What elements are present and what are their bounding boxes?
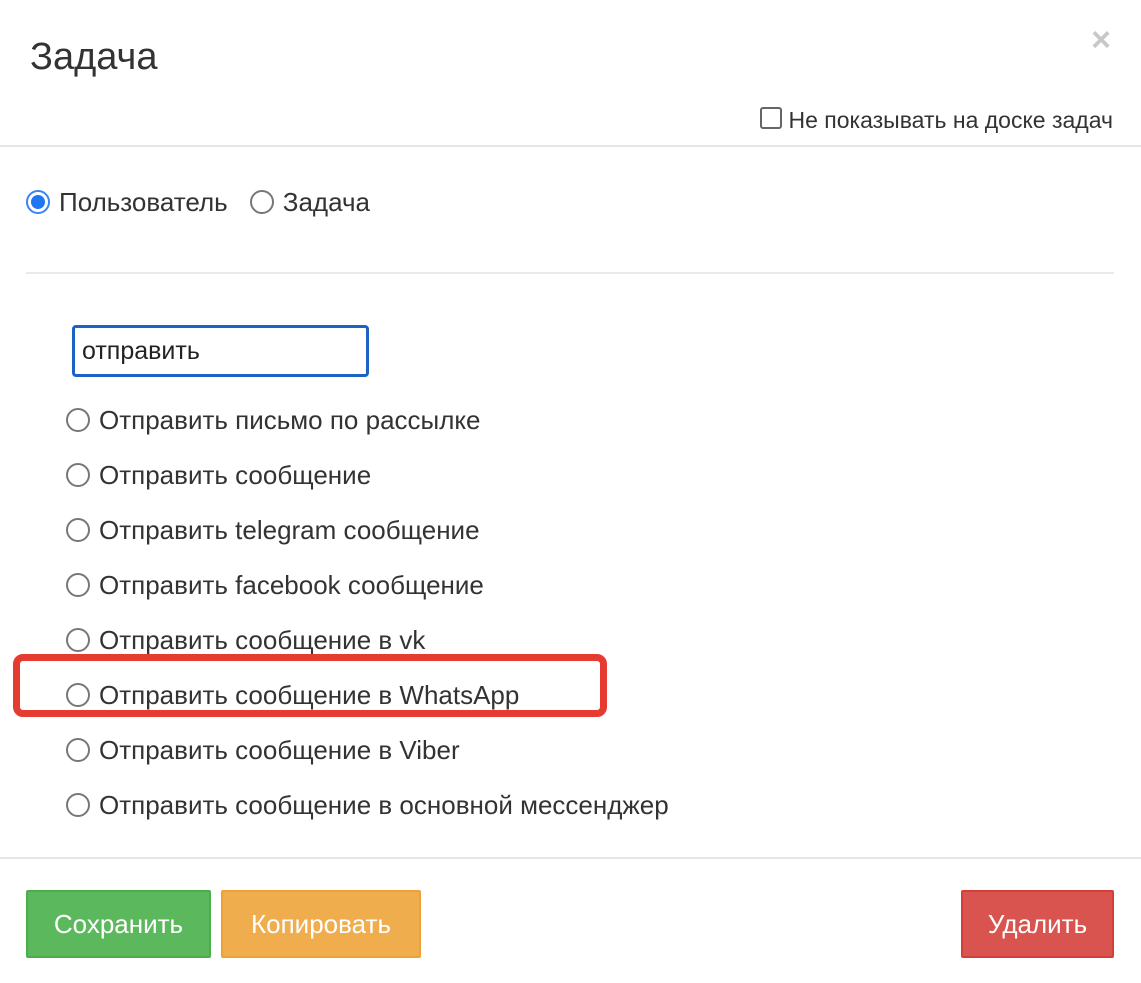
action-radio[interactable] (66, 792, 90, 817)
hide-on-board-label: Не показывать на доске задач (788, 107, 1114, 133)
action-item-vk[interactable]: Отправить сообщение в vk (66, 612, 669, 667)
section-divider (26, 272, 1114, 274)
action-label: Отправить сообщение в основной мессендже… (99, 789, 669, 820)
action-item-mailing[interactable]: Отправить письмо по рассылке (66, 392, 669, 447)
action-radio[interactable] (66, 682, 90, 707)
close-icon[interactable]: × (1089, 23, 1113, 57)
action-label: Отправить facebook сообщение (99, 569, 484, 600)
type-user-label: Пользователь (59, 187, 228, 217)
type-task-radio[interactable] (249, 190, 274, 214)
modal-footer: Сохранить Копировать Удалить (0, 857, 1141, 983)
action-label: Отправить telegram сообщение (99, 514, 480, 545)
action-item-message[interactable]: Отправить сообщение (66, 447, 669, 502)
action-search-input[interactable] (72, 325, 369, 377)
type-task-label: Задача (282, 187, 370, 217)
action-item-main-messenger[interactable]: Отправить сообщение в основной мессендже… (66, 777, 669, 832)
action-item-whatsapp[interactable]: Отправить сообщение в WhatsApp (66, 667, 669, 722)
action-radio[interactable] (66, 627, 90, 652)
type-option-user[interactable]: Пользователь (26, 184, 228, 220)
action-item-facebook[interactable]: Отправить facebook сообщение (66, 557, 669, 612)
action-label: Отправить сообщение в Viber (99, 734, 460, 765)
action-item-telegram[interactable]: Отправить telegram сообщение (66, 502, 669, 557)
action-radio[interactable] (66, 462, 90, 487)
action-radio[interactable] (66, 572, 90, 597)
type-user-radio[interactable] (26, 190, 50, 214)
type-option-task[interactable]: Задача (249, 184, 370, 220)
action-radio[interactable] (66, 407, 90, 432)
action-item-viber[interactable]: Отправить сообщение в Viber (66, 722, 669, 777)
action-list: Отправить письмо по рассылке Отправить с… (66, 392, 669, 832)
action-radio[interactable] (66, 517, 90, 542)
action-label: Отправить сообщение в vk (99, 624, 426, 655)
type-selector: Пользователь Задача (26, 184, 392, 220)
action-label: Отправить сообщение (99, 459, 372, 490)
modal-title: Задача (30, 36, 158, 78)
task-modal: Задача × Не показывать на доске задач По… (0, 0, 1141, 983)
action-label: Отправить сообщение в WhatsApp (99, 679, 520, 710)
action-radio[interactable] (66, 737, 90, 762)
hide-on-board-checkbox[interactable] (759, 107, 782, 129)
copy-button[interactable]: Копировать (221, 890, 421, 958)
action-label: Отправить письмо по рассылке (99, 404, 481, 435)
save-button[interactable]: Сохранить (26, 890, 211, 958)
modal-header: Задача × Не показывать на доске задач (0, 0, 1141, 147)
hide-on-board-toggle[interactable]: Не показывать на доске задач (759, 98, 1114, 138)
delete-button[interactable]: Удалить (961, 890, 1114, 958)
